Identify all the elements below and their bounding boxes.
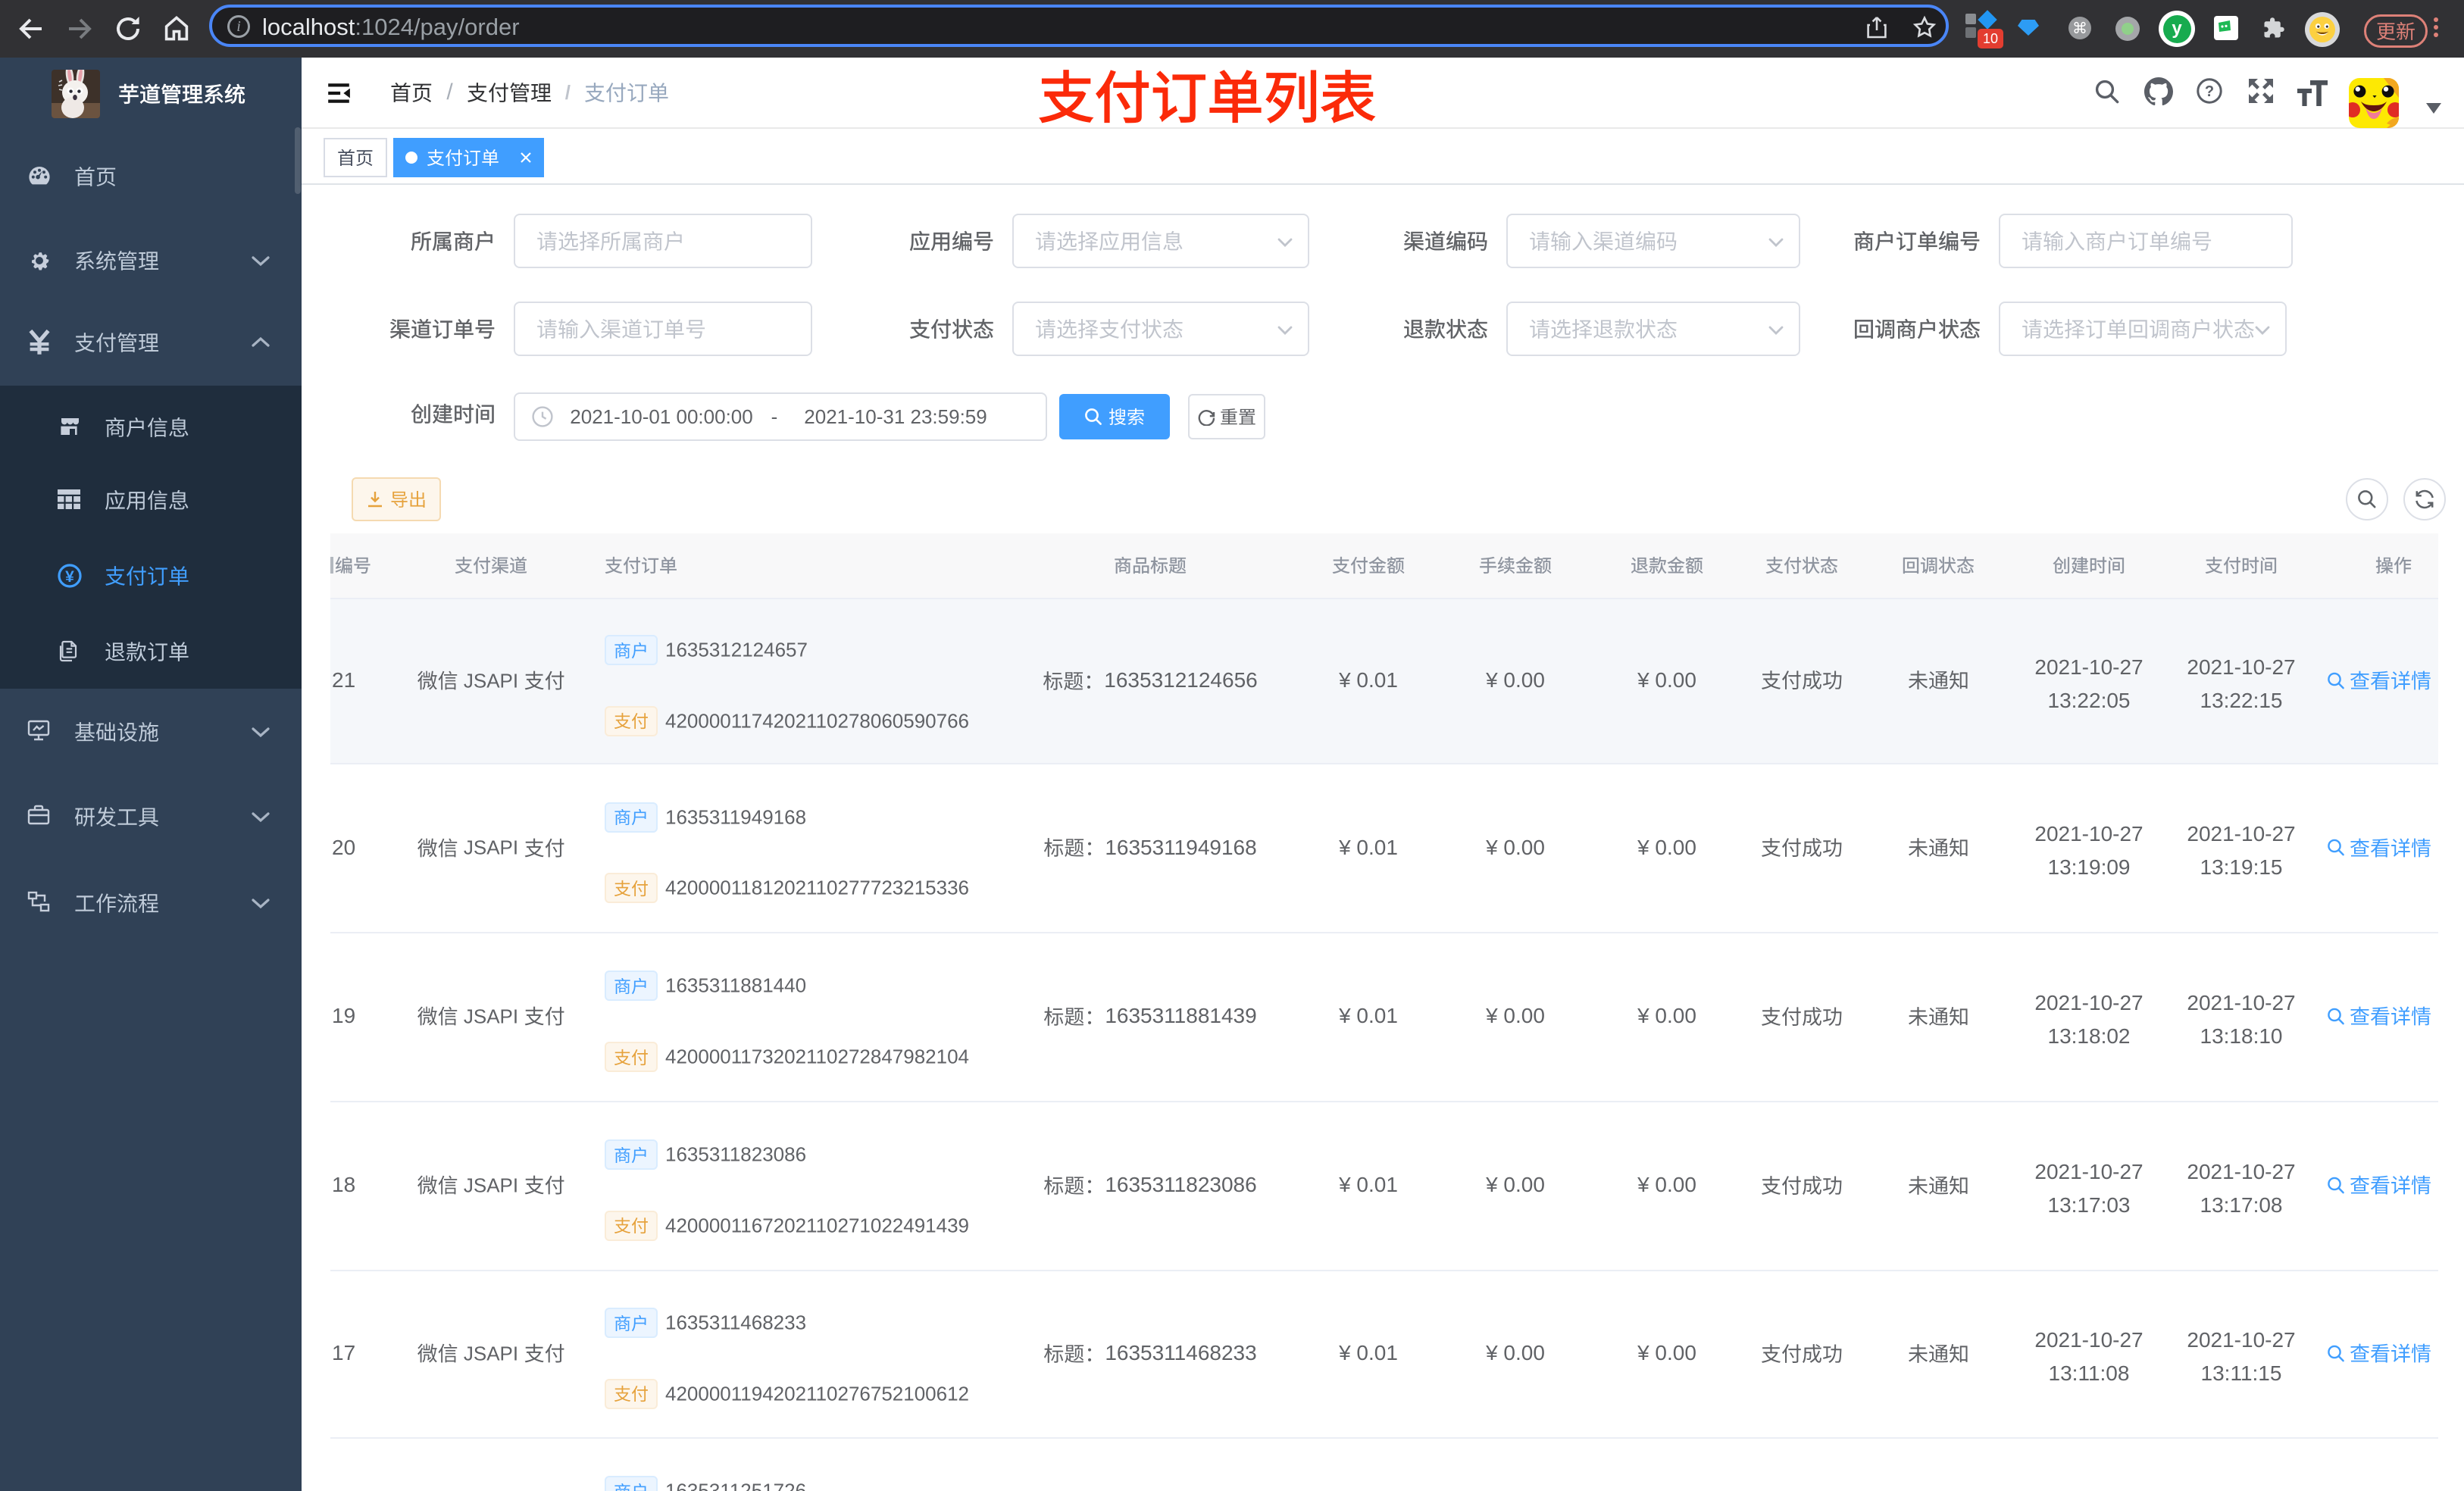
svg-text:?: ? [2205,83,2214,100]
svg-text:¥: ¥ [65,568,74,586]
